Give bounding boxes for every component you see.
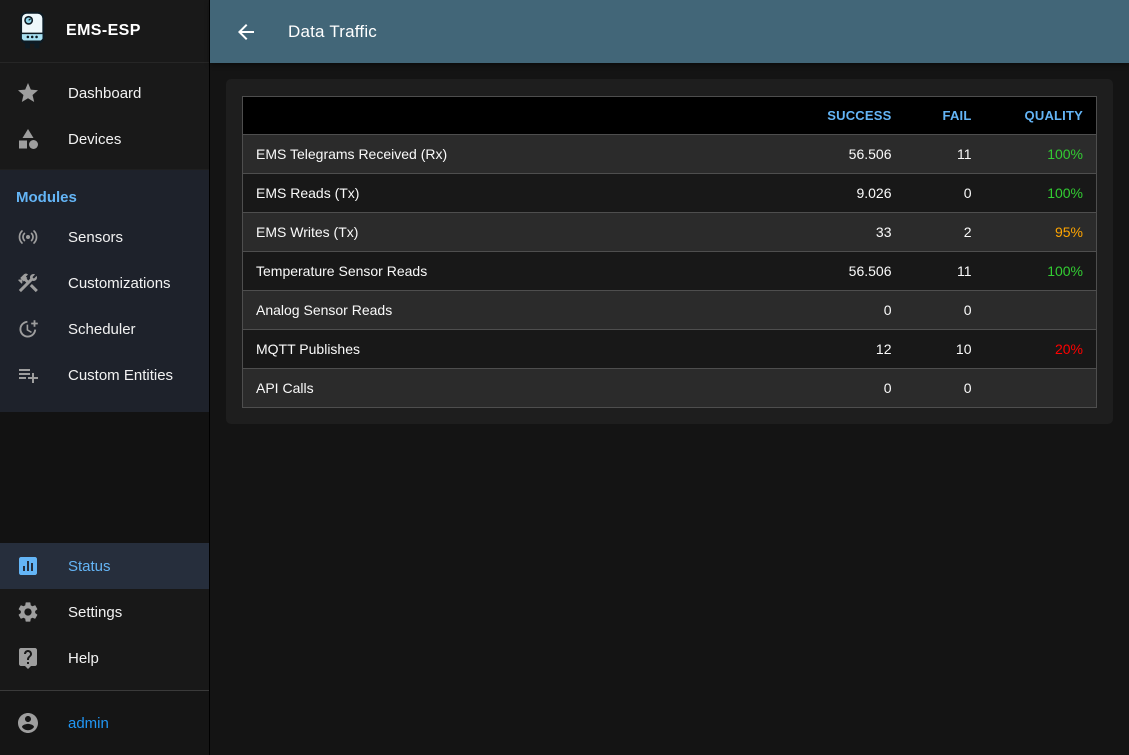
modules-section-header: Modules	[0, 177, 209, 214]
cell-success: 0	[805, 291, 905, 330]
cell-metric-name: MQTT Publishes	[243, 330, 805, 369]
cell-quality: 100%	[985, 252, 1097, 291]
main-area: Data Traffic SUCCESS FAIL QUALITY EMS Te…	[210, 0, 1129, 755]
sidebar: EMS-ESP Dashboard Devices Modules Sensors…	[0, 0, 210, 755]
sidebar-item-devices[interactable]: Devices	[0, 116, 209, 162]
cell-fail: 0	[905, 291, 985, 330]
arrow-back-icon	[234, 20, 258, 44]
sidebar-item-label: Devices	[68, 131, 121, 148]
cell-metric-name: Temperature Sensor Reads	[243, 252, 805, 291]
sidebar-item-customizations[interactable]: Customizations	[0, 260, 209, 306]
table-row: Temperature Sensor Reads56.50611100%	[243, 252, 1097, 291]
table-row: EMS Writes (Tx)33295%	[243, 213, 1097, 252]
brand-title: EMS-ESP	[66, 22, 141, 40]
data-traffic-panel: SUCCESS FAIL QUALITY EMS Telegrams Recei…	[226, 79, 1113, 424]
cell-quality: 20%	[985, 330, 1097, 369]
cell-metric-name: EMS Writes (Tx)	[243, 213, 805, 252]
playlist-add-icon	[16, 363, 40, 387]
sidebar-item-sensors[interactable]: Sensors	[0, 214, 209, 260]
sidebar-item-label: Settings	[68, 604, 122, 621]
cell-quality: 95%	[985, 213, 1097, 252]
user-name: admin	[68, 715, 109, 732]
cell-quality	[985, 369, 1097, 408]
account-circle-icon	[16, 711, 40, 735]
sidebar-item-dashboard[interactable]: Dashboard	[0, 70, 209, 116]
sidebar-item-label: Custom Entities	[68, 367, 173, 384]
help-bubble-icon	[16, 646, 40, 670]
cell-fail: 11	[905, 252, 985, 291]
cell-success: 33	[805, 213, 905, 252]
cell-fail: 2	[905, 213, 985, 252]
cell-metric-name: API Calls	[243, 369, 805, 408]
star-icon	[16, 81, 40, 105]
appbar: Data Traffic	[210, 0, 1129, 63]
cell-quality	[985, 291, 1097, 330]
column-header-name	[243, 97, 805, 135]
cell-metric-name: EMS Reads (Tx)	[243, 174, 805, 213]
sidebar-item-label: Scheduler	[68, 321, 136, 338]
sidebar-item-label: Dashboard	[68, 85, 141, 102]
cell-quality: 100%	[985, 174, 1097, 213]
table-header-row: SUCCESS FAIL QUALITY	[243, 97, 1097, 135]
user-menu[interactable]: admin	[0, 690, 209, 755]
table-row: EMS Telegrams Received (Rx)56.50611100%	[243, 135, 1097, 174]
page-title: Data Traffic	[288, 22, 377, 42]
column-header-success: SUCCESS	[805, 97, 905, 135]
nav-group-primary: Dashboard Devices	[0, 63, 209, 170]
table-row: EMS Reads (Tx)9.0260100%	[243, 174, 1097, 213]
cell-success: 9.026	[805, 174, 905, 213]
cell-quality: 100%	[985, 135, 1097, 174]
cell-metric-name: Analog Sensor Reads	[243, 291, 805, 330]
table-row: MQTT Publishes121020%	[243, 330, 1097, 369]
nav-group-bottom: Status Settings Help	[0, 543, 209, 690]
clock-plus-icon	[16, 317, 40, 341]
tools-icon	[16, 271, 40, 295]
cell-metric-name: EMS Telegrams Received (Rx)	[243, 135, 805, 174]
sidebar-item-label: Status	[68, 558, 111, 575]
cell-success: 56.506	[805, 252, 905, 291]
brand-header: EMS-ESP	[0, 0, 209, 63]
sidebar-spacer	[0, 412, 209, 543]
sidebar-item-label: Sensors	[68, 229, 123, 246]
cell-fail: 10	[905, 330, 985, 369]
sidebar-item-scheduler[interactable]: Scheduler	[0, 306, 209, 352]
cell-fail: 11	[905, 135, 985, 174]
table-body: EMS Telegrams Received (Rx)56.50611100%E…	[243, 135, 1097, 408]
cell-fail: 0	[905, 174, 985, 213]
table-row: Analog Sensor Reads00	[243, 291, 1097, 330]
table-row: API Calls00	[243, 369, 1097, 408]
boiler-logo-icon	[14, 8, 52, 54]
column-header-quality: QUALITY	[985, 97, 1097, 135]
sidebar-item-settings[interactable]: Settings	[0, 589, 209, 635]
bar-chart-icon	[16, 554, 40, 578]
sidebar-item-label: Customizations	[68, 275, 171, 292]
column-header-fail: FAIL	[905, 97, 985, 135]
sensors-icon	[16, 225, 40, 249]
sidebar-item-status[interactable]: Status	[0, 543, 209, 589]
cell-fail: 0	[905, 369, 985, 408]
nav-group-modules: Modules Sensors Customizations Scheduler Cu…	[0, 170, 209, 412]
content: SUCCESS FAIL QUALITY EMS Telegrams Recei…	[210, 63, 1129, 440]
sidebar-item-help[interactable]: Help	[0, 635, 209, 681]
back-button[interactable]	[234, 20, 258, 44]
data-traffic-table: SUCCESS FAIL QUALITY EMS Telegrams Recei…	[242, 96, 1097, 408]
cell-success: 0	[805, 369, 905, 408]
devices-shapes-icon	[16, 127, 40, 151]
cell-success: 12	[805, 330, 905, 369]
sidebar-item-label: Help	[68, 650, 99, 667]
gear-icon	[16, 600, 40, 624]
cell-success: 56.506	[805, 135, 905, 174]
sidebar-item-custom-entities[interactable]: Custom Entities	[0, 352, 209, 398]
